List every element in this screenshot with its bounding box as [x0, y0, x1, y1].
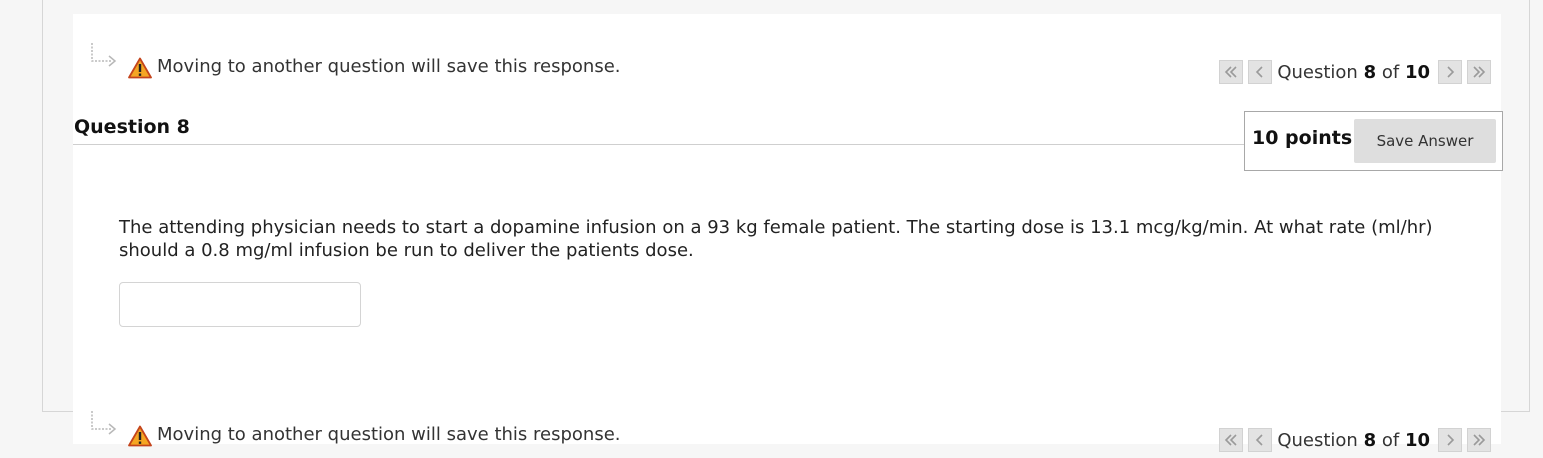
warning-icon — [128, 57, 152, 83]
double-chevron-right-icon — [1472, 63, 1486, 82]
previous-question-button[interactable] — [1248, 428, 1273, 452]
save-warning-text: Moving to another question will save thi… — [157, 424, 621, 445]
question-header: Question 8 — [73, 112, 1245, 145]
last-question-button[interactable] — [1467, 428, 1491, 452]
question-pager: Question 8 of 10 — [1219, 427, 1491, 453]
first-question-button[interactable] — [1219, 60, 1244, 84]
double-chevron-left-icon — [1224, 431, 1238, 450]
double-chevron-right-icon — [1472, 431, 1486, 450]
question-pager: Question 8 of 10 — [1219, 59, 1491, 85]
last-question-button[interactable] — [1467, 60, 1491, 84]
points-label: 10 points — [1252, 127, 1353, 149]
chevron-right-icon — [1445, 63, 1455, 82]
points-box: 10 points Save Answer — [1244, 111, 1503, 171]
chevron-right-icon — [1445, 431, 1455, 450]
next-question-button[interactable] — [1438, 60, 1462, 84]
warning-icon — [128, 425, 152, 451]
current-question-number: 8 — [1363, 429, 1377, 451]
total-questions: 10 — [1404, 429, 1430, 451]
first-question-button[interactable] — [1219, 428, 1244, 452]
save-warning-text: Moving to another question will save thi… — [157, 56, 621, 77]
save-answer-button[interactable]: Save Answer — [1354, 119, 1496, 163]
hook-arrow-icon — [88, 41, 122, 75]
current-question-number: 8 — [1363, 61, 1377, 83]
next-question-button[interactable] — [1438, 428, 1462, 452]
bottom-nav-bar: Moving to another question will save thi… — [73, 411, 1501, 458]
previous-question-button[interactable] — [1248, 60, 1273, 84]
question-position: Question 8 of 10 — [1277, 61, 1430, 83]
question-position: Question 8 of 10 — [1277, 429, 1430, 451]
chevron-left-icon — [1255, 63, 1265, 82]
top-nav-bar: Moving to another question will save thi… — [73, 43, 1501, 90]
question-title: Question 8 — [74, 116, 190, 138]
answer-input[interactable] — [119, 282, 361, 327]
chevron-left-icon — [1255, 431, 1265, 450]
total-questions: 10 — [1404, 61, 1430, 83]
double-chevron-left-icon — [1224, 63, 1238, 82]
question-text: The attending physician needs to start a… — [119, 217, 1433, 261]
question-panel: Moving to another question will save thi… — [73, 14, 1503, 452]
hook-arrow-icon — [88, 409, 122, 443]
